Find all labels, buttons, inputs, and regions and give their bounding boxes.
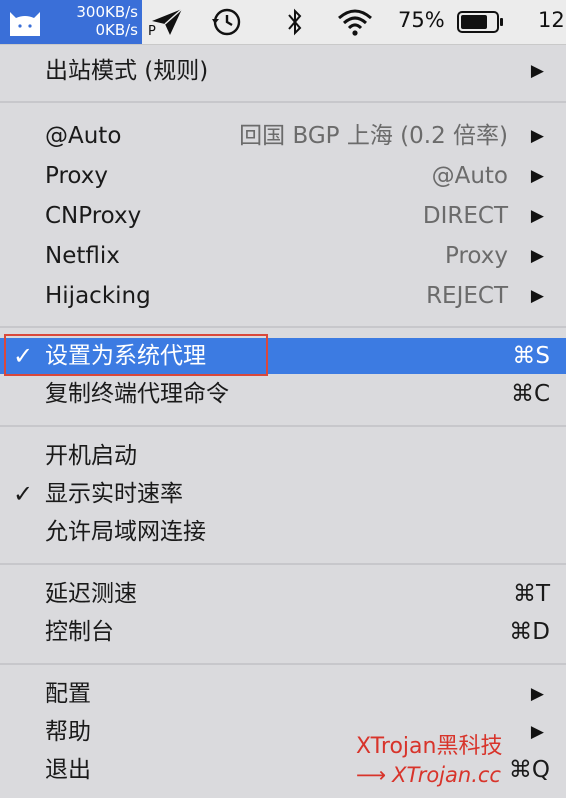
upload-speed: 300KB/s [76, 3, 138, 21]
submenu-arrow-icon: ▶ [530, 61, 544, 81]
watermark-url: ⟶ XTrojan.cc [356, 761, 501, 789]
submenu-arrow-icon: ▶ [530, 166, 544, 186]
proxy-group-selection: DIRECT [422, 203, 508, 229]
proxy-group-proxy[interactable]: Proxy @Auto ▶ [0, 158, 566, 194]
menu-bar: 300KB/s 0KB/s P 75% 12 [0, 0, 566, 45]
proxy-group-cnproxy[interactable]: CNProxy DIRECT ▶ [0, 198, 566, 234]
proxy-group-netflix[interactable]: Netflix Proxy ▶ [0, 238, 566, 274]
allow-lan-label: 允许局域网连接 [45, 519, 206, 545]
launch-at-login-label: 开机启动 [45, 443, 137, 469]
show-speed-item[interactable]: ✓ 显示实时速率 [0, 476, 566, 512]
clash-cat-icon [10, 12, 40, 36]
download-speed: 0KB/s [95, 21, 138, 39]
dashboard-label: 控制台 [45, 619, 114, 645]
proxy-group-selection: REJECT [426, 283, 508, 309]
quit-label: 退出 [45, 757, 91, 783]
submenu-arrow-icon: ▶ [530, 246, 544, 266]
submenu-arrow-icon: ▶ [530, 722, 544, 742]
submenu-arrow-icon: ▶ [530, 126, 544, 146]
battery-icon[interactable] [456, 5, 506, 39]
annotation-highlight-box [4, 334, 268, 376]
outbound-mode-item[interactable]: 出站模式 (规则) ▶ [0, 53, 566, 89]
wifi-icon[interactable] [330, 5, 380, 39]
proxy-group-label: Proxy [45, 163, 109, 189]
menu-separator [0, 563, 566, 565]
copy-terminal-proxy-item[interactable]: 复制终端代理命令 ⌘C [0, 376, 566, 412]
launch-at-login-item[interactable]: 开机启动 [0, 438, 566, 474]
proxy-group-label: Hijacking [45, 283, 151, 309]
shortcut-label: ⌘D [509, 619, 550, 645]
dashboard-item[interactable]: 控制台 ⌘D [0, 614, 566, 650]
proxy-group-label: @Auto [45, 123, 122, 149]
shortcut-label: ⌘T [512, 581, 550, 607]
allow-lan-item[interactable]: 允许局域网连接 [0, 514, 566, 550]
config-item[interactable]: 配置 ▶ [0, 676, 566, 712]
time-machine-icon[interactable] [206, 5, 246, 39]
clash-dropdown-menu: 出站模式 (规则) ▶ @Auto 回国 BGP 上海 (0.2 倍率) ▶ P… [0, 45, 566, 798]
checkmark-icon: ✓ [13, 480, 34, 508]
show-speed-label: 显示实时速率 [45, 481, 183, 507]
bluetooth-icon[interactable] [280, 5, 310, 39]
proxy-group-hijacking[interactable]: Hijacking REJECT ▶ [0, 278, 566, 314]
shortcut-label: ⌘C [510, 381, 550, 407]
proxy-group-auto[interactable]: @Auto 回国 BGP 上海 (0.2 倍率) ▶ [0, 118, 566, 154]
menu-separator [0, 326, 566, 328]
shortcut-label: ⌘S [512, 343, 550, 369]
proxy-group-label: CNProxy [45, 203, 142, 229]
watermark-url-text: XTrojan.cc [392, 763, 501, 787]
watermark-title: XTrojan黑科技 [356, 734, 503, 759]
menu-separator [0, 663, 566, 665]
submenu-arrow-icon: ▶ [530, 286, 544, 306]
latency-test-item[interactable]: 延迟测速 ⌘T [0, 576, 566, 612]
submenu-arrow-icon: ▶ [530, 684, 544, 704]
config-label: 配置 [45, 681, 91, 707]
clash-status-item[interactable]: 300KB/s 0KB/s [0, 0, 142, 44]
proxy-group-label: Netflix [45, 243, 120, 269]
menubar-clock[interactable]: 12 [538, 8, 565, 32]
proxy-group-selection: 回国 BGP 上海 (0.2 倍率) [239, 123, 508, 149]
proxy-group-selection: Proxy [444, 243, 508, 269]
menu-separator [0, 101, 566, 103]
arrow-right-icon: ⟶ [356, 763, 387, 787]
menu-separator [0, 425, 566, 427]
copy-terminal-proxy-label: 复制终端代理命令 [45, 381, 229, 407]
latency-test-label: 延迟测速 [45, 581, 137, 607]
proxy-group-selection: @Auto [431, 163, 508, 189]
shortcut-label: ⌘Q [508, 757, 550, 783]
submenu-arrow-icon: ▶ [530, 206, 544, 226]
help-label: 帮助 [45, 719, 91, 745]
paper-plane-letter: P [148, 24, 156, 39]
paper-plane-icon[interactable]: P [148, 5, 186, 39]
battery-percentage: 75% [398, 8, 445, 32]
outbound-mode-label: 出站模式 (规则) [45, 58, 209, 84]
